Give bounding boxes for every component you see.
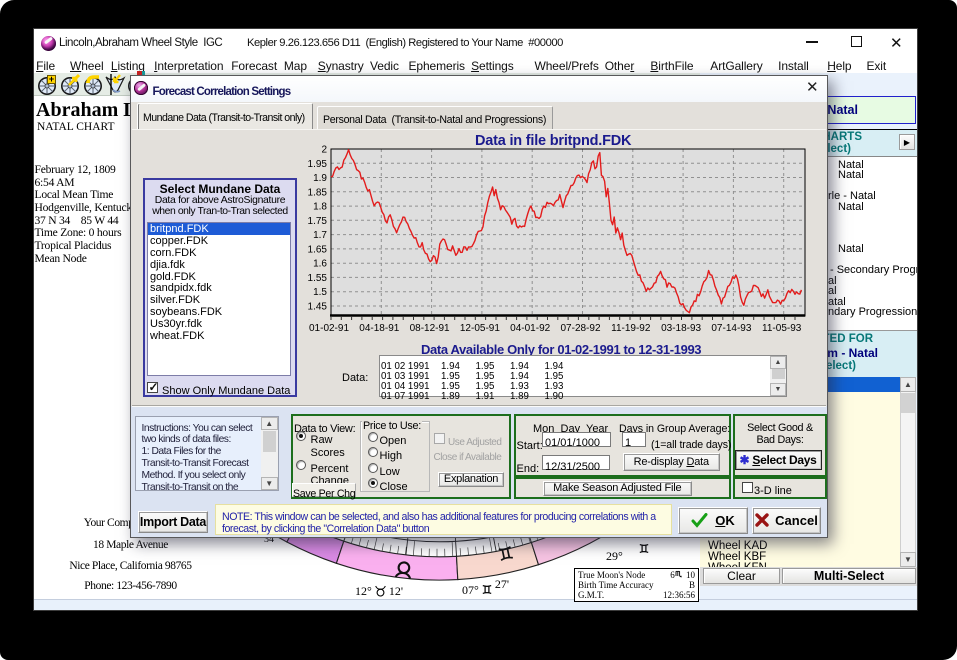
svg-text:07-14-93: 07-14-93	[711, 323, 751, 334]
svg-text:12-05-91: 12-05-91	[460, 323, 500, 334]
svg-text:1.75: 1.75	[308, 216, 328, 227]
svg-text:11-05-93: 11-05-93	[762, 323, 802, 334]
svg-text:1.7: 1.7	[313, 230, 327, 241]
svg-text:1.65: 1.65	[308, 244, 328, 255]
svg-text:03-18-93: 03-18-93	[661, 323, 701, 334]
svg-text:1.45: 1.45	[308, 302, 328, 313]
svg-text:08-12-91: 08-12-91	[410, 323, 450, 334]
svg-text:1.9: 1.9	[313, 173, 327, 184]
svg-text:2: 2	[321, 145, 327, 156]
svg-text:1.6: 1.6	[313, 259, 327, 270]
svg-text:01-02-91: 01-02-91	[309, 323, 349, 334]
svg-text:04-18-91: 04-18-91	[359, 323, 399, 334]
svg-text:07-28-92: 07-28-92	[560, 323, 600, 334]
svg-text:1.5: 1.5	[313, 287, 327, 298]
svg-text:1.85: 1.85	[308, 187, 328, 198]
svg-text:1.8: 1.8	[313, 202, 327, 213]
svg-text:11-19-92: 11-19-92	[611, 323, 651, 334]
svg-text:04-01-92: 04-01-92	[510, 323, 550, 334]
svg-text:1.55: 1.55	[308, 273, 328, 284]
svg-text:1.95: 1.95	[308, 159, 328, 170]
